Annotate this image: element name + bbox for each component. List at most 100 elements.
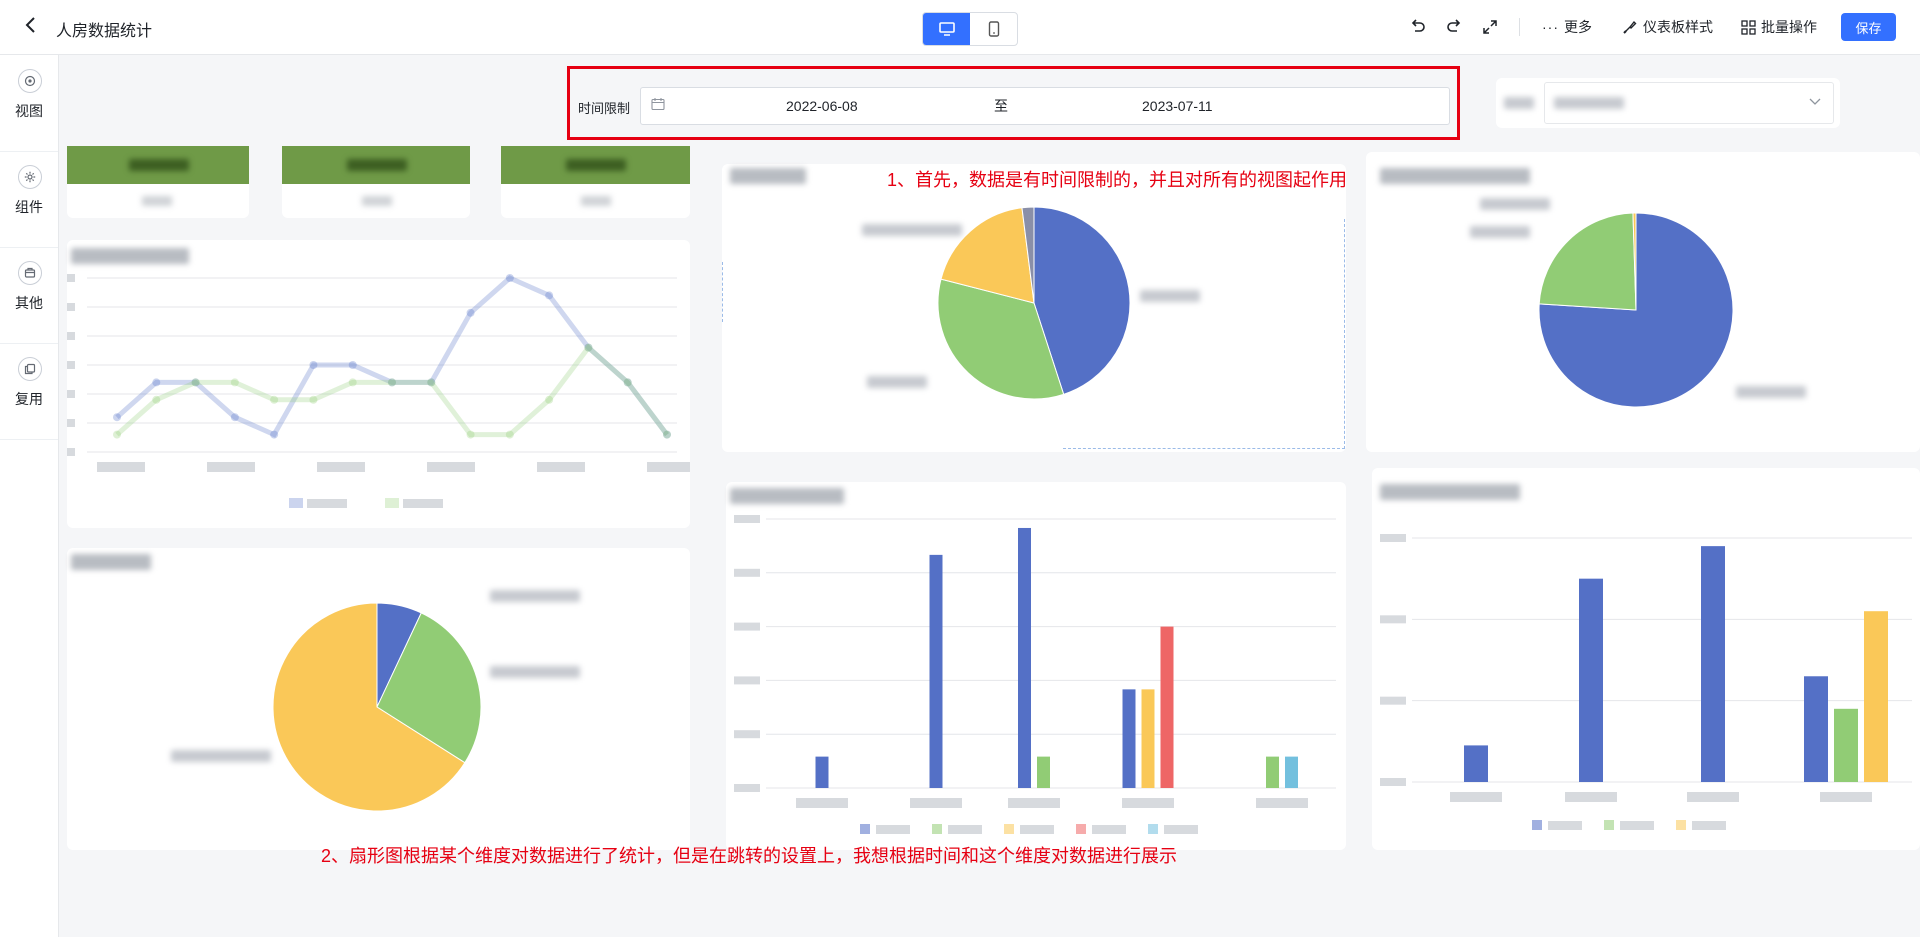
- line-point: [348, 361, 357, 369]
- blurred-x-tick: [1008, 798, 1060, 808]
- pie-slice: [1538, 212, 1637, 311]
- blurred-legend-label: [948, 825, 982, 834]
- blurred-x-tick: [427, 462, 475, 472]
- blurred-slice-label: [1736, 386, 1806, 398]
- bar: [1285, 756, 1298, 788]
- blurred-x-tick: [1256, 798, 1308, 808]
- bar: [815, 756, 829, 788]
- redo-icon[interactable]: [1443, 16, 1465, 38]
- blurred-tick-label: [1380, 615, 1406, 624]
- blurred-slice-label: [1140, 290, 1200, 302]
- bar: [1037, 756, 1050, 788]
- save-button[interactable]: 保存: [1841, 13, 1896, 41]
- line-point: [309, 395, 318, 404]
- bar: [1266, 756, 1279, 788]
- sidebar-item-label: 其他: [15, 295, 43, 311]
- bar: [1804, 676, 1828, 782]
- blurred-slice-label: [862, 224, 962, 236]
- kpi-card[interactable]: [67, 146, 249, 218]
- blurred-slice-label: [1480, 198, 1550, 210]
- date-separator: 至: [994, 98, 1008, 114]
- blurred-legend-label: [307, 499, 347, 508]
- legend-swatch: [385, 498, 399, 508]
- undo-icon[interactable]: [1407, 16, 1429, 38]
- target-icon: [18, 69, 42, 93]
- bar: [1701, 546, 1725, 782]
- blurred-slice-label: [1470, 226, 1530, 238]
- legend-swatch: [1148, 824, 1158, 834]
- legend-swatch: [289, 498, 303, 508]
- blurred-tick-label: [67, 274, 75, 282]
- start-date-input[interactable]: 2022-06-08: [786, 98, 858, 114]
- more-button[interactable]: ··· 更多: [1542, 16, 1592, 38]
- blurred-x-tick: [1122, 798, 1174, 808]
- blurred-kpi-label: [142, 196, 172, 206]
- legend-swatch: [932, 824, 942, 834]
- mobile-view-button[interactable]: [970, 13, 1017, 45]
- blurred-x-tick: [796, 798, 848, 808]
- line-point: [309, 361, 318, 369]
- line-series: [115, 343, 669, 438]
- blurred-tick-label: [67, 419, 75, 427]
- bar: [1160, 626, 1174, 788]
- legend-swatch: [1004, 824, 1014, 834]
- line-chart-card[interactable]: [67, 240, 690, 528]
- blurred-tick-label: [734, 568, 760, 577]
- line-point: [545, 395, 554, 404]
- blurred-tick-label: [1380, 696, 1406, 705]
- legend-swatch: [1532, 820, 1542, 830]
- blurred-legend-label: [1020, 825, 1054, 834]
- blurred-value: [1554, 97, 1624, 109]
- blurred-tick-label: [1380, 778, 1406, 786]
- sidebar-item-other[interactable]: 其他: [0, 247, 58, 344]
- bar-chart-card-2[interactable]: [1372, 468, 1920, 850]
- blurred-tick-label: [67, 390, 75, 398]
- line-point: [230, 413, 239, 422]
- annotation-note-1: 1、首先，数据是有时间限制的，并且对所有的视图起作用: [887, 170, 1348, 190]
- line-point: [663, 430, 671, 439]
- fullscreen-icon[interactable]: [1479, 16, 1501, 38]
- box-icon: [18, 261, 42, 285]
- blurred-x-tick: [1820, 792, 1872, 802]
- secondary-filter[interactable]: [1496, 78, 1840, 128]
- pie-chart: [1538, 212, 1734, 408]
- blurred-x-tick: [207, 462, 255, 472]
- blurred-slice-label: [490, 666, 580, 678]
- kpi-card[interactable]: [501, 146, 690, 218]
- page-title: 人房数据统计: [56, 23, 153, 40]
- bar: [1464, 745, 1488, 782]
- dashboard-style-button[interactable]: 仪表板样式: [1622, 16, 1713, 38]
- end-date-input[interactable]: 2023-07-11: [1142, 98, 1213, 114]
- blurred-legend-label: [403, 499, 443, 508]
- bar: [1141, 689, 1155, 788]
- pie-chart-card-2[interactable]: [1366, 152, 1920, 452]
- calendar-icon: [651, 97, 665, 116]
- blurred-x-tick: [1565, 792, 1617, 802]
- batch-operation-button[interactable]: 批量操作: [1741, 16, 1817, 38]
- kpi-card[interactable]: [282, 146, 470, 218]
- blurred-x-tick: [537, 462, 585, 472]
- line-point: [230, 378, 239, 387]
- bar-chart-card-1[interactable]: [726, 482, 1346, 850]
- annotation-note-2: 2、扇形图根据某个维度对数据进行了统计，但是在跳转的设置上，我想根据时间和这个维…: [321, 846, 1178, 866]
- pie-chart: [272, 602, 482, 812]
- pie-chart-card-1[interactable]: [722, 164, 1346, 452]
- line-point: [584, 343, 593, 352]
- line-point: [623, 378, 632, 387]
- sidebar-item-label: 复用: [15, 391, 43, 407]
- blurred-x-tick: [910, 798, 962, 808]
- blurred-slice-label: [171, 750, 271, 762]
- back-arrow-icon[interactable]: [20, 14, 42, 36]
- sidebar-item-components[interactable]: 组件: [0, 151, 58, 248]
- line-point: [545, 291, 554, 300]
- sidebar-item-reuse[interactable]: 复用: [0, 343, 58, 440]
- desktop-view-button[interactable]: [923, 13, 970, 45]
- bar: [1864, 611, 1888, 782]
- blurred-legend-label: [1548, 821, 1582, 830]
- sidebar-item-label: 组件: [15, 199, 43, 215]
- blurred-x-tick: [97, 462, 145, 472]
- date-range-picker[interactable]: [640, 87, 1450, 125]
- bar-chart: [1380, 534, 1912, 830]
- pie-chart-card-3[interactable]: [67, 548, 690, 850]
- sidebar-item-view[interactable]: 视图: [0, 55, 58, 152]
